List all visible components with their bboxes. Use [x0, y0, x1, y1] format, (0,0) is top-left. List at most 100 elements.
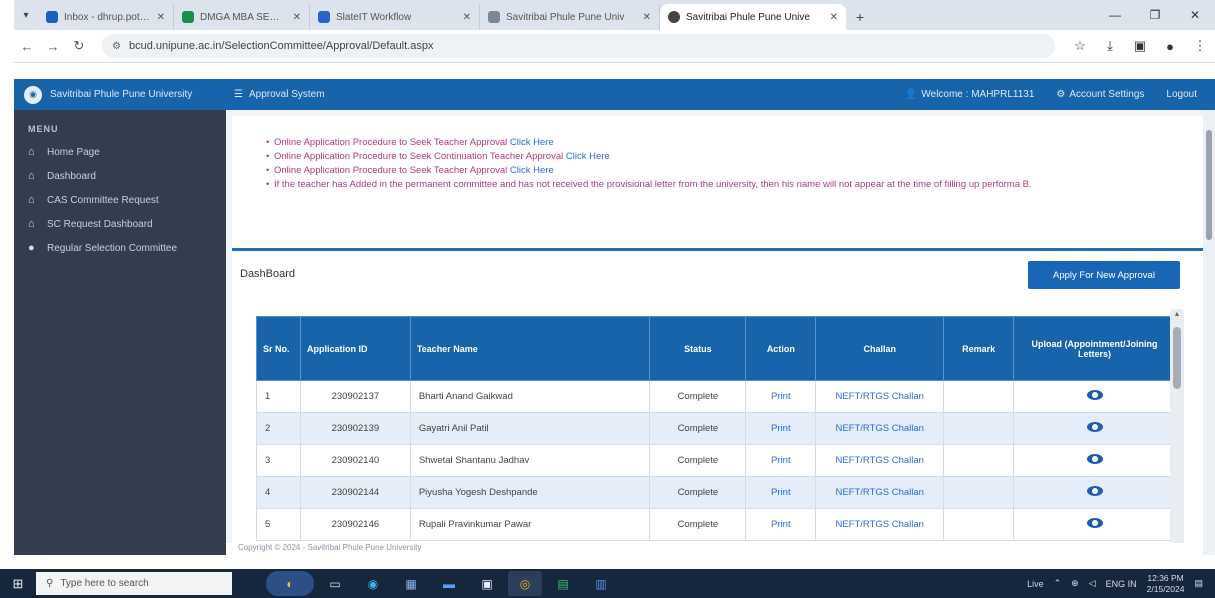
eye-icon[interactable] [1086, 486, 1103, 496]
windows-start-icon[interactable]: ⊞ [0, 569, 36, 598]
cell-status: Complete [649, 380, 747, 413]
browser-tab[interactable]: DMGA MBA SEU STATEME ✕ [174, 4, 310, 30]
app-header: ◉ Savitribai Phule Pune University ☰ App… [14, 79, 1215, 110]
sidebar-item-dashboard[interactable]: ⌂ Dashboard [14, 164, 226, 188]
url-text: bcud.unipune.ac.in/SelectionCommittee/Ap… [128, 40, 434, 52]
sidepanel-icon[interactable]: ▣ [1125, 33, 1155, 59]
sidebar-heading: MENU [28, 124, 59, 134]
browser-tab[interactable]: Inbox - dhrup.pote@aeec ✕ [38, 4, 174, 30]
cell-action: Print [745, 412, 817, 445]
sidebar-item-regular-selection[interactable]: ● Regular Selection Committee [14, 236, 226, 260]
logout-link[interactable]: Logout [1166, 89, 1197, 100]
tab-search-icon[interactable]: ▾ [14, 0, 38, 30]
bookmark-star-icon[interactable]: ☆ [1065, 33, 1095, 59]
table-scrollbar[interactable]: ▲ [1170, 309, 1184, 543]
forward-icon[interactable]: → [40, 33, 66, 59]
download-icon[interactable]: ⤓ [1095, 33, 1125, 59]
close-window-icon[interactable]: ✕ [1175, 0, 1215, 30]
close-icon[interactable]: ✕ [830, 12, 838, 23]
sidebar: MENU ⌂ Home Page ⌂ Dashboard ⌂ CAS Commi… [14, 110, 226, 555]
menu-toggle-icon[interactable]: ☰ [234, 89, 243, 100]
column-header: Action [745, 316, 817, 381]
browser-tab[interactable]: Savitribai Phule Pune Univ ✕ [480, 4, 660, 30]
maximize-icon[interactable]: ❐ [1135, 0, 1175, 30]
table-row: 2 230902139 Gayatri Anil Patil Complete … [256, 412, 1176, 445]
language-indicator[interactable]: ENG IN [1106, 579, 1137, 589]
scroll-thumb[interactable] [1173, 327, 1181, 389]
store-icon[interactable]: ▦ [394, 571, 428, 596]
edge-icon[interactable]: ◉ [356, 571, 390, 596]
print-link[interactable]: Print [771, 423, 791, 434]
cell-action: Print [745, 444, 817, 477]
address-bar[interactable]: ⚙ bcud.unipune.ac.in/SelectionCommittee/… [102, 34, 1055, 58]
main-content: Online Application Procedure to Seek Tea… [226, 110, 1215, 543]
challan-link[interactable]: NEFT/RTGS Challan [835, 455, 924, 466]
minimize-icon[interactable]: — [1095, 0, 1135, 30]
dashboard-title: DashBoard [240, 268, 296, 280]
print-link[interactable]: Print [771, 487, 791, 498]
notification-icon[interactable]: ▤ [1194, 578, 1203, 589]
notice-item: Online Application Procedure to Seek Tea… [266, 136, 1194, 150]
taskbar-search[interactable]: ⚲ Type here to search [36, 572, 232, 595]
cell-remark [943, 412, 1015, 445]
print-link[interactable]: Print [771, 519, 791, 530]
close-icon[interactable]: ✕ [293, 12, 301, 23]
browser-toolbar: ← → ↻ ⚙ bcud.unipune.ac.in/SelectionComm… [14, 30, 1215, 63]
home-icon: ⌂ [28, 146, 35, 158]
mail-app-icon[interactable]: ▬ [432, 571, 466, 596]
weather-widget[interactable]: Live [1027, 579, 1044, 589]
widgets-icon[interactable]: ◐ [266, 571, 314, 596]
chrome-icon[interactable]: ◎ [508, 571, 542, 596]
cell-sr: 4 [256, 476, 301, 509]
cell-challan: NEFT/RTGS Challan [815, 444, 945, 477]
page-scrollbar[interactable] [1203, 110, 1215, 555]
cell-upload [1013, 412, 1176, 445]
window-controls: — ❐ ✕ [1095, 0, 1215, 30]
click-here-link[interactable]: Click Here [510, 137, 554, 148]
sidebar-item-cas-committee[interactable]: ⌂ CAS Committee Request [14, 188, 226, 212]
tray-overflow-icon[interactable]: ⌃ [1054, 578, 1062, 589]
click-here-link[interactable]: Click Here [566, 151, 610, 162]
cell-status: Complete [649, 476, 747, 509]
eye-icon[interactable] [1086, 454, 1103, 464]
eye-icon[interactable] [1086, 422, 1103, 432]
close-icon[interactable]: ✕ [463, 12, 471, 23]
challan-link[interactable]: NEFT/RTGS Challan [835, 423, 924, 434]
sidebar-item-sc-request[interactable]: ⌂ SC Request Dashboard [14, 212, 226, 236]
account-settings-link[interactable]: ⚙ Account Settings [1056, 89, 1144, 100]
site-info-icon[interactable]: ⚙ [112, 41, 121, 52]
apply-new-approval-button[interactable]: Apply For New Approval [1028, 261, 1180, 289]
sidebar-item-home[interactable]: ⌂ Home Page [14, 140, 226, 164]
browser-menu-icon[interactable]: ⋮ [1185, 33, 1215, 59]
challan-link[interactable]: NEFT/RTGS Challan [835, 519, 924, 530]
volume-icon[interactable]: ◁ [1089, 578, 1096, 589]
scroll-up-icon[interactable]: ▲ [1170, 311, 1184, 318]
close-icon[interactable]: ✕ [157, 12, 165, 23]
files-icon[interactable]: ▣ [470, 571, 504, 596]
browser-tab[interactable]: SlateIT Workflow ✕ [310, 4, 480, 30]
circle-icon: ● [28, 242, 35, 254]
profile-icon[interactable]: ● [1155, 33, 1185, 59]
click-here-link[interactable]: Click Here [510, 165, 554, 176]
word-icon[interactable]: ▥ [584, 571, 618, 596]
clock[interactable]: 12:36 PM 2/15/2024 [1147, 573, 1185, 595]
browser-tab-active[interactable]: Savitribai Phule Pune Unive ✕ [660, 4, 846, 30]
browser-tab-strip: ▾ Inbox - dhrup.pote@aeec ✕ DMGA MBA SEU… [14, 0, 1215, 30]
close-icon[interactable]: ✕ [643, 12, 651, 23]
excel-icon[interactable]: ▤ [546, 571, 580, 596]
eye-icon[interactable] [1086, 518, 1103, 528]
page-scroll-thumb[interactable] [1206, 130, 1212, 240]
column-header: Upload (Appointment/Joining Letters) [1013, 316, 1176, 381]
network-icon[interactable]: ⊕ [1071, 578, 1079, 589]
challan-link[interactable]: NEFT/RTGS Challan [835, 391, 924, 402]
back-icon[interactable]: ← [14, 33, 40, 59]
print-link[interactable]: Print [771, 391, 791, 402]
challan-link[interactable]: NEFT/RTGS Challan [835, 487, 924, 498]
table-row: 5 230902146 Rupali Pravinkumar Pawar Com… [256, 508, 1176, 541]
reload-icon[interactable]: ↻ [66, 33, 92, 59]
task-view-icon[interactable]: ▭ [318, 571, 352, 596]
new-tab-button[interactable]: + [846, 4, 874, 30]
print-link[interactable]: Print [771, 455, 791, 466]
eye-icon[interactable] [1086, 390, 1103, 400]
table-row: 1 230902137 Bharti Anand Gaikwad Complet… [256, 380, 1176, 413]
